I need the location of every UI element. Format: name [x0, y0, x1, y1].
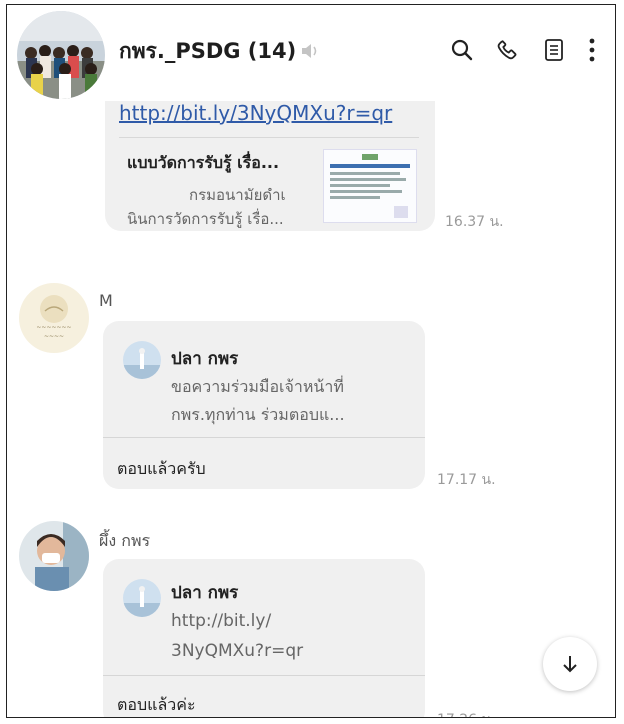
reply-text: ตอบแล้วครับ — [117, 459, 206, 478]
svg-text:~~~~~~~: ~~~~~~~ — [36, 324, 71, 331]
message-link[interactable]: http://bit.ly/3NyQMXu?r=qr — [119, 101, 392, 125]
quote-text: ขอความร่วมมือเจ้าหน้าที่ — [171, 377, 344, 396]
svg-text:~~~~: ~~~~ — [44, 333, 64, 340]
message-list[interactable]: http://bit.ly/3NyQMXu?r=qr แบบวัดการรับร… — [7, 101, 615, 717]
quote-text: http://bit.ly/ — [171, 611, 272, 631]
quote-sender-name: ปลา กพร — [171, 583, 239, 603]
quote-text: 3NyQMXu?r=qr — [171, 641, 304, 661]
preview-line: กรมอนามัยดำเ — [189, 186, 286, 204]
search-icon[interactable] — [445, 33, 479, 67]
reply-text: ตอบแล้วค่ะ — [117, 695, 196, 714]
message-bubble[interactable]: ปลา กพร ขอความร่วมมือเจ้าหน้าที่ กพร.ทุก… — [103, 321, 425, 489]
divider — [103, 675, 425, 676]
group-avatar[interactable] — [17, 11, 105, 99]
sender-avatar[interactable] — [19, 521, 89, 591]
quote-avatar — [123, 341, 161, 379]
chat-window: กพร._PSDG (14) http://bit.ly/3NyQMXu?r=q… — [6, 4, 616, 718]
preview-thumbnail — [323, 149, 417, 223]
message-time: 17.17 น. — [437, 472, 496, 488]
chat-header: กพร._PSDG (14) — [7, 5, 615, 101]
mute-icon — [299, 41, 321, 61]
notes-icon[interactable] — [537, 33, 571, 67]
phone-icon[interactable] — [491, 33, 525, 67]
divider — [103, 437, 425, 438]
message-time: 16.37 น. — [445, 214, 504, 230]
preview-title: แบบวัดการรับรู้ เรื่อ... — [127, 153, 280, 172]
message-bubble-link[interactable]: http://bit.ly/3NyQMXu?r=qr แบบวัดการรับร… — [105, 101, 435, 231]
scroll-to-bottom-button[interactable] — [543, 637, 597, 691]
message-time: 17.26 น. — [437, 709, 496, 717]
sender-name: ผึ้ง กพร — [99, 531, 151, 550]
quote-avatar — [123, 579, 161, 617]
quote-sender-name: ปลา กพร — [171, 349, 239, 369]
quote-text: กพร.ทุกท่าน ร่วมตอบแ... — [171, 405, 345, 424]
sender-name: M — [99, 291, 113, 310]
preview-line: นินการวัดการรับรู้ เรื่อ... — [127, 210, 284, 228]
divider — [119, 137, 419, 138]
message-bubble[interactable]: ปลา กพร http://bit.ly/ 3NyQMXu?r=qr ตอบแ… — [103, 559, 425, 717]
arrow-down-icon — [563, 656, 577, 673]
sender-avatar[interactable]: ~~~~~~~ ~~~~ — [19, 283, 89, 353]
group-name: กพร._PSDG (14) — [119, 39, 297, 63]
more-vertical-icon[interactable] — [579, 33, 605, 67]
